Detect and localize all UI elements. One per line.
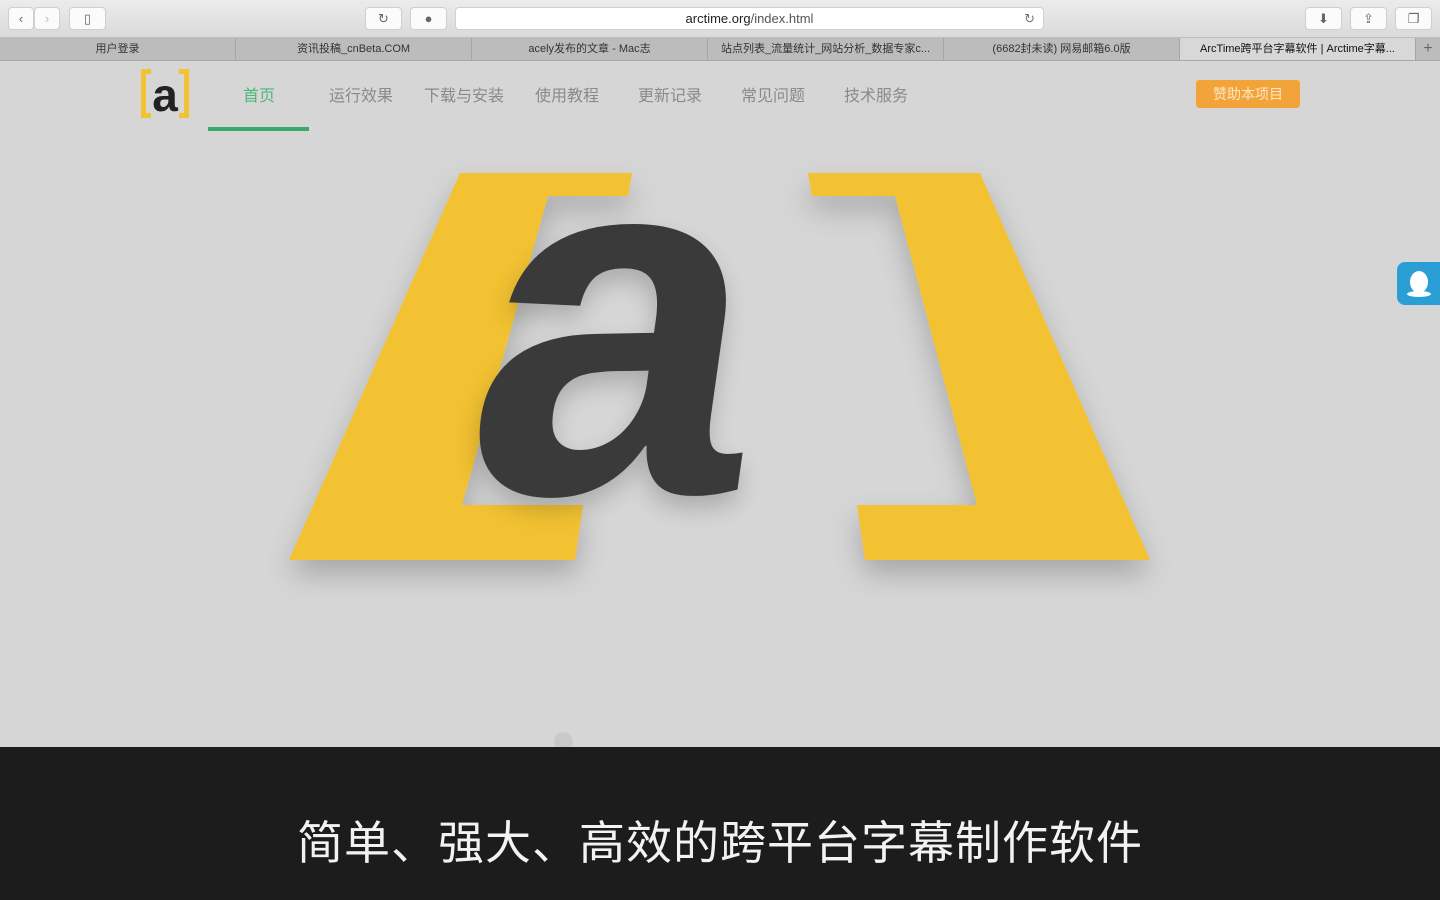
penguin-icon [1407,271,1431,297]
right-bracket [808,173,1150,560]
apple-icon: ● [550,715,577,764]
footer-banner: 简单、强大、高效的跨平台字幕制作软件 [0,747,1440,900]
qq-chat-button[interactable] [1397,262,1440,305]
tagline: 简单、强大、高效的跨平台字幕制作软件 [297,817,1143,869]
